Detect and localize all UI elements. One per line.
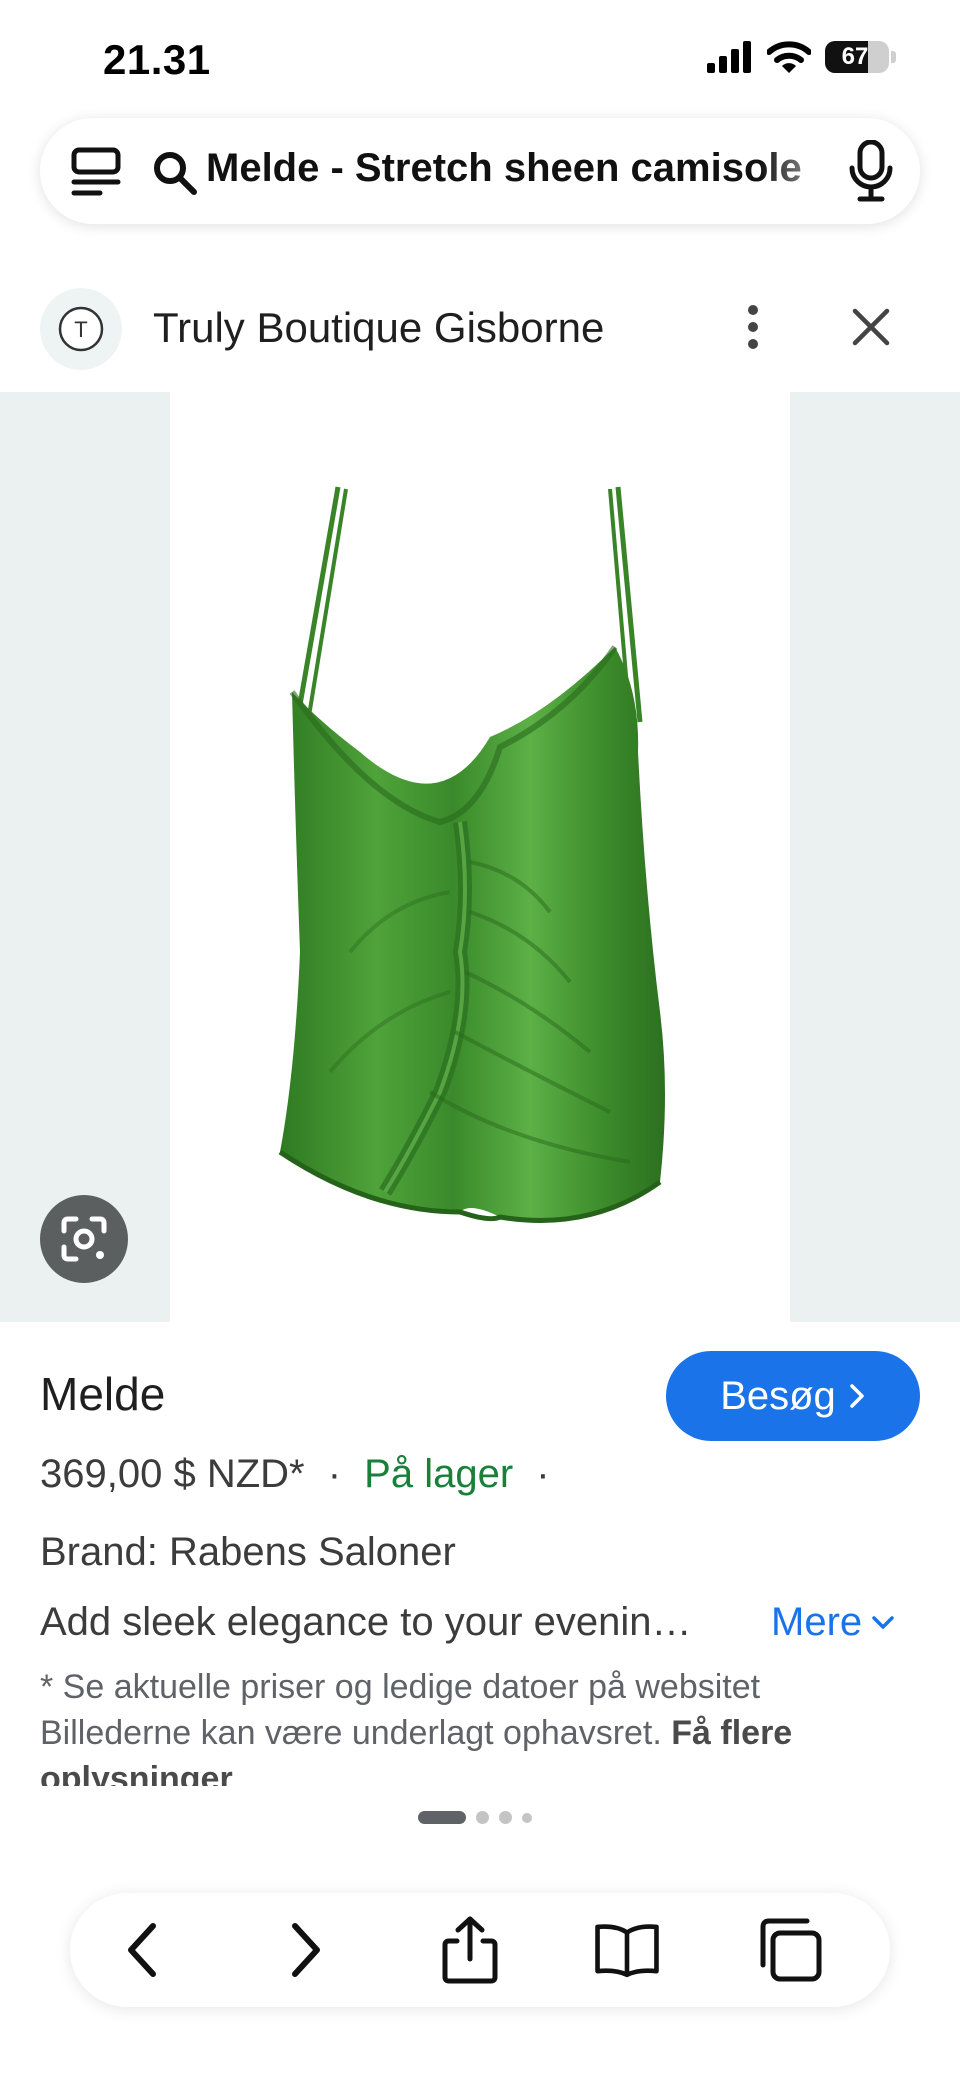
more-label: Mere [771, 1600, 863, 1644]
source-name[interactable]: Truly Boutique Gisborne [153, 304, 604, 352]
svg-text:T: T [74, 317, 87, 342]
disclaimer: * Se aktuelle priser og ledige datoer på… [40, 1664, 920, 1786]
search-query[interactable]: Melde - Stretch sheen camisole [206, 146, 858, 191]
carousel-dots [418, 1811, 532, 1824]
back-icon [128, 1923, 156, 1977]
back-button[interactable] [108, 1915, 178, 1985]
product-image[interactable] [170, 392, 790, 1322]
signal-icon [707, 41, 751, 73]
carousel-dot[interactable] [499, 1811, 512, 1824]
browser-toolbar [70, 1893, 890, 2007]
search-bar[interactable]: Melde - Stretch sheen camisole [40, 118, 920, 224]
status-icons: 67 [707, 40, 896, 74]
wifi-icon [767, 41, 811, 73]
search-icon [152, 150, 198, 201]
forward-button[interactable] [270, 1915, 340, 1985]
stock-status: På lager [364, 1452, 514, 1496]
price-row: 369,00 $ NZD* · På lager · [40, 1452, 550, 1497]
visit-button-label: Besøg [720, 1373, 836, 1418]
lens-icon [61, 1216, 107, 1262]
disclaimer-text: * Se aktuelle priser og ledige datoer på… [40, 1668, 761, 1752]
share-button[interactable] [435, 1915, 505, 1985]
kebab-menu-icon[interactable] [738, 302, 768, 357]
separator: · [327, 1452, 342, 1496]
forward-icon [292, 1923, 320, 1977]
price: 369,00 $ NZD* [40, 1452, 305, 1496]
visit-button[interactable]: Besøg [666, 1351, 920, 1441]
separator: · [536, 1452, 550, 1496]
product-description: Add sleek elegance to your evenin… [40, 1600, 692, 1644]
brand-info: Brand: Rabens Saloner [40, 1530, 456, 1574]
tabs-icon [760, 1918, 822, 1982]
tabs-button[interactable] [755, 1915, 825, 1985]
chevron-right-icon [850, 1384, 864, 1408]
close-icon[interactable] [850, 306, 892, 353]
carousel-dot[interactable] [522, 1812, 532, 1823]
product-title: Melde [40, 1368, 166, 1420]
bookmarks-icon [595, 1924, 659, 1978]
battery-indicator: 67 [825, 41, 889, 73]
lens-button[interactable] [40, 1195, 128, 1283]
carousel-dot-active[interactable] [418, 1811, 466, 1824]
share-icon [442, 1916, 498, 1984]
microphone-icon[interactable] [848, 139, 894, 207]
more-link[interactable]: Mere [771, 1600, 896, 1645]
bookmarks-button[interactable] [592, 1915, 662, 1985]
status-time: 21.31 [103, 36, 211, 83]
source-logo[interactable]: T [40, 288, 122, 370]
tab-list-icon[interactable] [70, 144, 124, 203]
chevron-down-icon [872, 1615, 894, 1629]
carousel-dot[interactable] [476, 1811, 489, 1824]
